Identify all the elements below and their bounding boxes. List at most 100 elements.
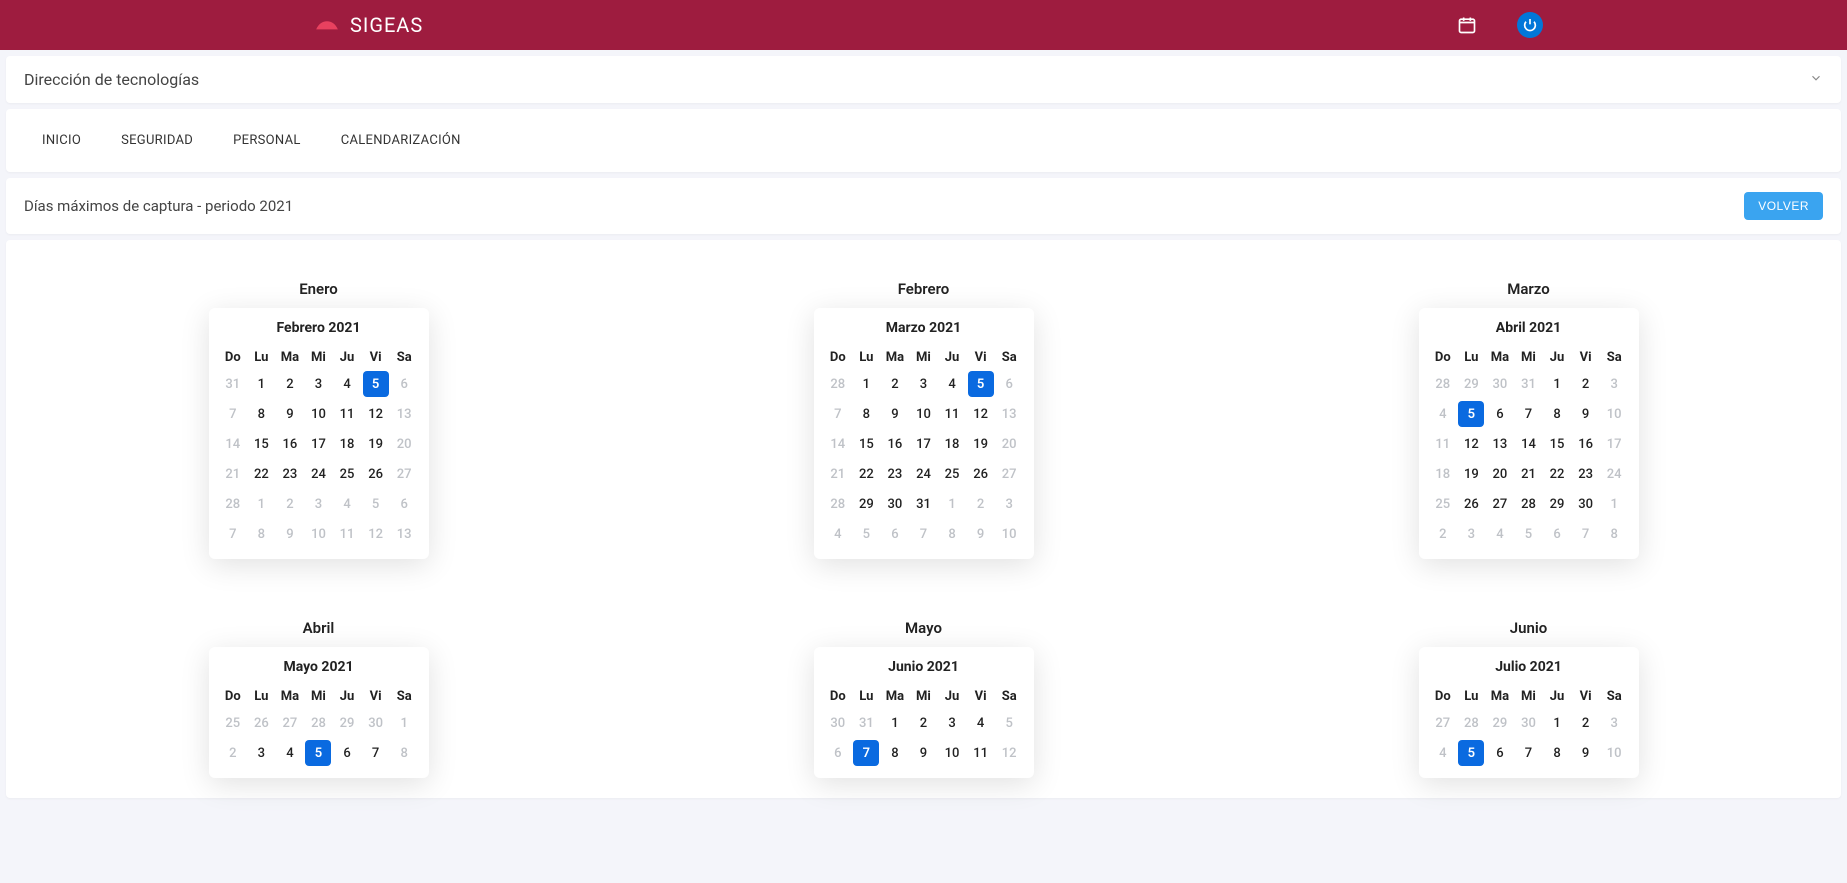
calendar-day[interactable]: 18 [939,431,965,457]
calendar-day[interactable]: 18 [334,431,360,457]
calendar-day[interactable]: 4 [334,371,360,397]
calendar-day[interactable]: 23 [277,461,303,487]
weekday-header: Ma [1486,346,1515,369]
calendar-day[interactable]: 26 [968,461,994,487]
calendar-day[interactable]: 27 [1487,491,1513,517]
calendar-day[interactable]: 25 [939,461,965,487]
calendar-day[interactable]: 14 [1515,431,1541,457]
calendar-day[interactable]: 24 [305,461,331,487]
calendar-day[interactable]: 22 [853,461,879,487]
calendar-day[interactable]: 8 [248,401,274,427]
calendar-day[interactable]: 16 [277,431,303,457]
calendar-day[interactable]: 25 [334,461,360,487]
calendar-day[interactable]: 9 [1573,740,1599,766]
calendar-day[interactable]: 19 [363,431,389,457]
calendar-day[interactable]: 23 [1573,461,1599,487]
calendar-day[interactable]: 15 [853,431,879,457]
calendar-day[interactable]: 1 [1544,371,1570,397]
calendar-day[interactable]: 11 [334,401,360,427]
calendar-day[interactable]: 10 [305,401,331,427]
calendar-day[interactable]: 2 [1573,371,1599,397]
calendar-day[interactable]: 8 [1544,401,1570,427]
calendar-day[interactable]: 28 [1515,491,1541,517]
power-icon[interactable] [1517,12,1543,38]
calendar-day[interactable]: 30 [882,491,908,517]
calendar-day[interactable]: 15 [1544,431,1570,457]
calendar-day[interactable]: 11 [968,740,994,766]
back-button[interactable]: VOLVER [1744,192,1823,220]
calendar-day[interactable]: 9 [910,740,936,766]
calendar-icon[interactable] [1457,15,1477,35]
calendar-day[interactable]: 24 [910,461,936,487]
calendar-day[interactable]: 1 [853,371,879,397]
calendar-day[interactable]: 1 [248,371,274,397]
calendar-day[interactable]: 26 [1458,491,1484,517]
calendar-day[interactable]: 3 [248,740,274,766]
calendar-day[interactable]: 4 [968,710,994,736]
calendar-day-selected[interactable]: 5 [968,371,994,397]
calendar-day[interactable]: 9 [882,401,908,427]
calendar-day[interactable]: 16 [1573,431,1599,457]
calendar-day[interactable]: 9 [277,401,303,427]
calendar-day[interactable]: 8 [882,740,908,766]
calendar-day: 31 [1515,371,1541,397]
calendar-day[interactable]: 6 [334,740,360,766]
calendar-day[interactable]: 19 [968,431,994,457]
calendar-day-selected[interactable]: 7 [853,740,879,766]
calendar-day[interactable]: 15 [248,431,274,457]
calendar-day[interactable]: 2 [277,371,303,397]
calendar-day[interactable]: 26 [363,461,389,487]
calendar-day[interactable]: 21 [1515,461,1541,487]
calendar-day[interactable]: 11 [939,401,965,427]
calendar-day[interactable]: 30 [1573,491,1599,517]
calendar-day-selected[interactable]: 5 [1458,740,1484,766]
calendar-day[interactable]: 7 [363,740,389,766]
calendar-day[interactable]: 10 [910,401,936,427]
calendar-day[interactable]: 17 [305,431,331,457]
calendar-day[interactable]: 31 [910,491,936,517]
calendar-day[interactable]: 4 [939,371,965,397]
weekday-header: Sa [390,685,419,708]
calendar-day[interactable]: 10 [939,740,965,766]
calendar-day[interactable]: 13 [1487,431,1513,457]
calendar-day[interactable]: 23 [882,461,908,487]
calendar-day[interactable]: 7 [1515,740,1541,766]
tab-inicio[interactable]: INICIO [42,133,81,148]
calendar-day[interactable]: 6 [1487,401,1513,427]
calendar-day[interactable]: 12 [968,401,994,427]
calendar-day-selected[interactable]: 5 [1458,401,1484,427]
calendar-day[interactable]: 20 [1487,461,1513,487]
calendar-day[interactable]: 4 [277,740,303,766]
calendar-day[interactable]: 6 [1487,740,1513,766]
calendar-day[interactable]: 3 [305,371,331,397]
calendar-day[interactable]: 1 [882,710,908,736]
org-selector[interactable]: Dirección de tecnologías [6,56,1841,103]
calendar-day[interactable]: 9 [1573,401,1599,427]
tab-calendarizacion[interactable]: CALENDARIZACIÓN [341,133,461,148]
calendar-day-selected[interactable]: 5 [363,371,389,397]
calendar-day[interactable]: 22 [1544,461,1570,487]
calendar-day[interactable]: 19 [1458,461,1484,487]
calendar-day[interactable]: 7 [1515,401,1541,427]
calendar-day[interactable]: 3 [910,371,936,397]
calendar-day[interactable]: 29 [1544,491,1570,517]
calendar-day[interactable]: 22 [248,461,274,487]
calendar-day-selected[interactable]: 5 [305,740,331,766]
topbar: SIGEAS [0,0,1847,50]
calendar-day[interactable]: 12 [363,401,389,427]
calendar-day[interactable]: 16 [882,431,908,457]
calendar-day[interactable]: 2 [882,371,908,397]
calendar-day[interactable]: 29 [853,491,879,517]
calendar-day[interactable]: 8 [853,401,879,427]
calendar-day: 31 [853,710,879,736]
calendar-day[interactable]: 1 [1544,710,1570,736]
tab-personal[interactable]: PERSONAL [233,133,301,148]
calendar-day: 6 [391,371,417,397]
tab-seguridad[interactable]: SEGURIDAD [121,133,193,148]
calendar-day[interactable]: 2 [1573,710,1599,736]
calendar-day[interactable]: 8 [1544,740,1570,766]
calendar-day[interactable]: 12 [1458,431,1484,457]
calendar-day[interactable]: 17 [910,431,936,457]
calendar-day[interactable]: 2 [910,710,936,736]
calendar-day[interactable]: 3 [939,710,965,736]
